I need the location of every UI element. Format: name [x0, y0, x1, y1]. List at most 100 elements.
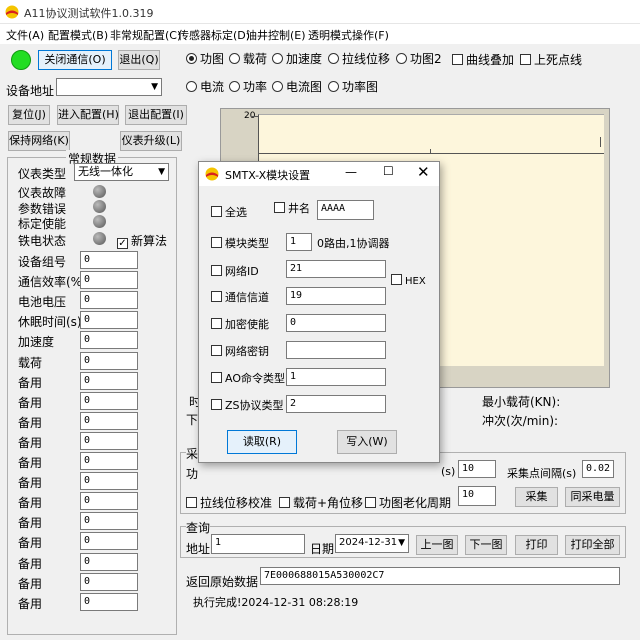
field-value-input[interactable]: 0	[80, 412, 138, 430]
network-key-checkbox[interactable]: 网络密钥	[211, 343, 269, 359]
query-address-input[interactable]: 1	[211, 534, 305, 554]
write-button[interactable]: 写入(W)	[337, 430, 397, 454]
network-id-input[interactable]: 21	[286, 260, 386, 278]
field-value-input[interactable]: 0	[80, 532, 138, 550]
field-value-input[interactable]: 0	[80, 392, 138, 410]
field-label: 备用	[18, 577, 43, 591]
menu-sensor-calibration[interactable]: 传感器标定(D)	[178, 27, 250, 43]
menu-bar: 文件(A) 配置模式(B) 非常规配置(C) 传感器标定(D) 油井控制(E) …	[0, 24, 640, 44]
zs-protocol-type-checkbox[interactable]: ZS协议类型	[211, 397, 284, 413]
radio-option[interactable]: 加速度	[272, 50, 322, 67]
collect-seconds-input[interactable]: 10	[458, 460, 496, 478]
top-dead-center-checkbox[interactable]: 上死点线	[520, 51, 582, 68]
radio-option[interactable]: 功率图	[328, 78, 378, 95]
radio-icon	[396, 53, 407, 64]
module-type-input[interactable]: 1	[286, 233, 312, 251]
exit-config-button[interactable]: 退出配置(I)	[125, 105, 187, 125]
field-value-input[interactable]: 0	[80, 573, 138, 591]
module-type-checkbox[interactable]: 模块类型	[211, 235, 269, 251]
network-key-input[interactable]	[286, 341, 386, 359]
field-value-input[interactable]: 0	[80, 512, 138, 530]
radio-option[interactable]: 拉线位移	[328, 50, 390, 67]
field-value-input[interactable]: 0	[80, 251, 138, 269]
channel-checkbox[interactable]: 通信信道	[211, 289, 269, 305]
radio-option[interactable]: 电流图	[272, 78, 322, 95]
comm-status-led	[11, 50, 31, 70]
query-date-picker[interactable]: 2024-12-31 ▼	[335, 534, 409, 553]
minimize-icon[interactable]: —	[345, 165, 357, 179]
checkbox-icon	[391, 274, 402, 285]
meter-type-combo[interactable]: 无线一体化 ▼	[74, 163, 169, 181]
field-value-input[interactable]: 0	[80, 271, 138, 289]
maximize-icon[interactable]: ☐	[383, 164, 394, 178]
sample-interval-input[interactable]: 0.02	[582, 460, 614, 478]
network-id-checkbox[interactable]: 网络ID	[211, 263, 259, 279]
well-name-label: 井名	[288, 202, 310, 215]
checkbox-icon	[279, 497, 290, 508]
zs-protocol-type-input[interactable]: 2	[286, 395, 386, 413]
next-chart-button[interactable]: 下一图	[465, 535, 507, 555]
curve-overlay-checkbox[interactable]: 曲线叠加	[452, 51, 514, 68]
radio-label: 功率	[243, 80, 268, 94]
radio-icon	[229, 53, 240, 64]
field-value-input[interactable]: 0	[80, 372, 138, 390]
menu-well-control[interactable]: 油井控制(E)	[246, 27, 306, 43]
load-angle-displacement-checkbox[interactable]: 载荷+角位移	[279, 494, 363, 511]
wire-displacement-calib-checkbox[interactable]: 拉线位移校准	[186, 494, 272, 511]
field-value-input[interactable]: 0	[80, 331, 138, 349]
field-value-input[interactable]: 0	[80, 352, 138, 370]
close-comm-button[interactable]: 关闭通信(O)	[38, 50, 112, 70]
radio-icon	[328, 81, 339, 92]
channel-input[interactable]: 19	[286, 287, 386, 305]
close-icon[interactable]: ✕	[417, 163, 430, 181]
select-all-label: 全选	[225, 206, 247, 219]
enter-config-button[interactable]: 进入配置(H)	[57, 105, 119, 125]
field-value-input[interactable]: 0	[80, 452, 138, 470]
new-algorithm-checkbox[interactable]: ✓ 新算法	[117, 232, 167, 249]
radio-option[interactable]: 功率	[229, 78, 267, 95]
ao-command-type-input[interactable]: 1	[286, 368, 386, 386]
radio-label: 加速度	[286, 52, 323, 66]
menu-unconventional-config[interactable]: 非常规配置(C)	[110, 27, 181, 43]
field-value-input[interactable]: 0	[80, 593, 138, 611]
field-label: 载荷	[18, 356, 43, 370]
field-value-input[interactable]: 0	[80, 291, 138, 309]
meter-upgrade-button[interactable]: 仪表升级(L)	[120, 131, 182, 151]
print-button[interactable]: 打印	[515, 535, 558, 555]
menu-config-mode[interactable]: 配置模式(B)	[48, 27, 108, 43]
field-label: 备用	[18, 476, 43, 490]
ao-command-type-checkbox[interactable]: AO命令类型	[211, 370, 285, 386]
radio-option[interactable]: 功图	[186, 50, 224, 67]
prev-chart-button[interactable]: 上一图	[416, 535, 458, 555]
collect-button[interactable]: 采集	[515, 487, 558, 507]
exit-button[interactable]: 退出(Q)	[118, 50, 160, 70]
field-value-input[interactable]: 0	[80, 432, 138, 450]
encrypt-enable-checkbox[interactable]: 加密使能	[211, 316, 269, 332]
field-value-input[interactable]: 0	[80, 553, 138, 571]
radio-option[interactable]: 电流	[186, 78, 224, 95]
radio-option[interactable]: 载荷	[229, 50, 267, 67]
radio-label: 功图	[200, 52, 225, 66]
raw-data-output[interactable]: 7E000688015A530002C7	[260, 567, 620, 585]
menu-file[interactable]: 文件(A)	[6, 27, 44, 43]
dynagraph-aging-checkbox[interactable]: 功图老化周期	[365, 494, 451, 511]
radio-option[interactable]: 功图2	[396, 50, 442, 67]
module-type-hint: 0路由,1协调器	[317, 237, 390, 250]
hex-checkbox[interactable]: HEX	[391, 274, 426, 287]
field-value-input[interactable]: 0	[80, 492, 138, 510]
well-name-input[interactable]: AAAA	[317, 200, 374, 220]
field-value-input[interactable]: 0	[80, 311, 138, 329]
keep-network-button[interactable]: 保持网络(K)	[8, 131, 70, 151]
select-all-checkbox[interactable]: 全选	[211, 204, 247, 220]
print-all-button[interactable]: 打印全部	[565, 535, 620, 555]
menu-transparent-mode[interactable]: 透明模式操作(F)	[308, 27, 389, 43]
field-value-input[interactable]: 0	[80, 472, 138, 490]
device-address-combo[interactable]: ▼	[56, 78, 162, 96]
aging-period-input[interactable]: 10	[458, 486, 496, 506]
chevron-down-icon: ▼	[158, 167, 165, 177]
reset-button[interactable]: 复位(J)	[8, 105, 50, 125]
sync-power-button[interactable]: 同采电量	[565, 487, 620, 507]
encrypt-enable-input[interactable]: 0	[286, 314, 386, 332]
read-button[interactable]: 读取(R)	[227, 430, 297, 454]
well-name-checkbox[interactable]: 井名	[274, 200, 310, 216]
